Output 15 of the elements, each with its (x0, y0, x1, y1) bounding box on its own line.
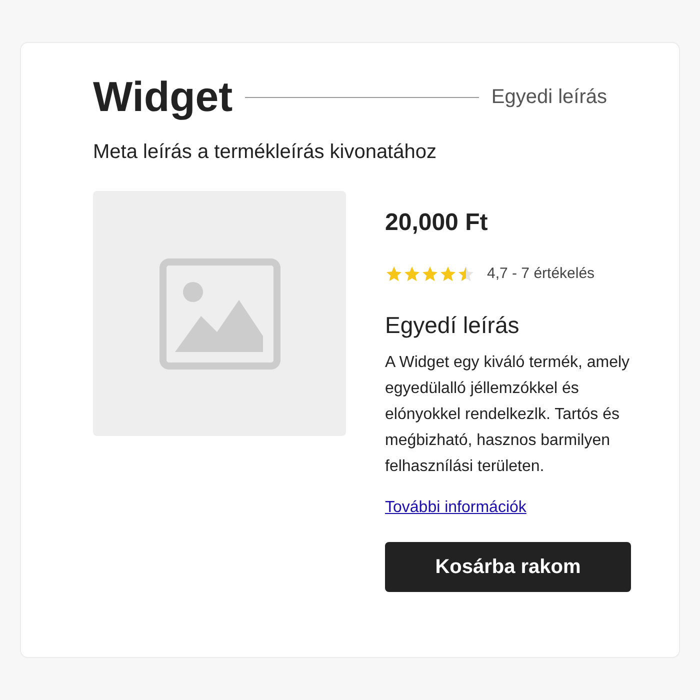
star-icon (421, 265, 439, 284)
price: 20,000 Ft (385, 208, 489, 238)
meta-description: Meta leírás a termékleírás kivonatához (93, 140, 438, 165)
star-icon (439, 265, 457, 284)
product-title: Widget (93, 72, 233, 122)
add-to-cart-button[interactable]: Kosárba rakom (385, 542, 631, 592)
star-icon (403, 265, 421, 284)
tagline: Egyedi leírás (491, 85, 607, 110)
more-info-link[interactable]: További információk (385, 496, 526, 520)
star-icon (385, 265, 403, 284)
product-description: A Widget egy kiváló termék, amely egyedülalló jéllemzókkel és elónyokkel rendelkezlk. Tartós és meǵbizható, hasznos barmilyen felhasznílási területen. (385, 353, 631, 477)
image-icon (158, 258, 280, 370)
star-icon (457, 265, 475, 284)
description-heading: Egyedí leírás (385, 310, 520, 340)
rating-summary: 4,7 - 7 értékelés (487, 264, 595, 284)
